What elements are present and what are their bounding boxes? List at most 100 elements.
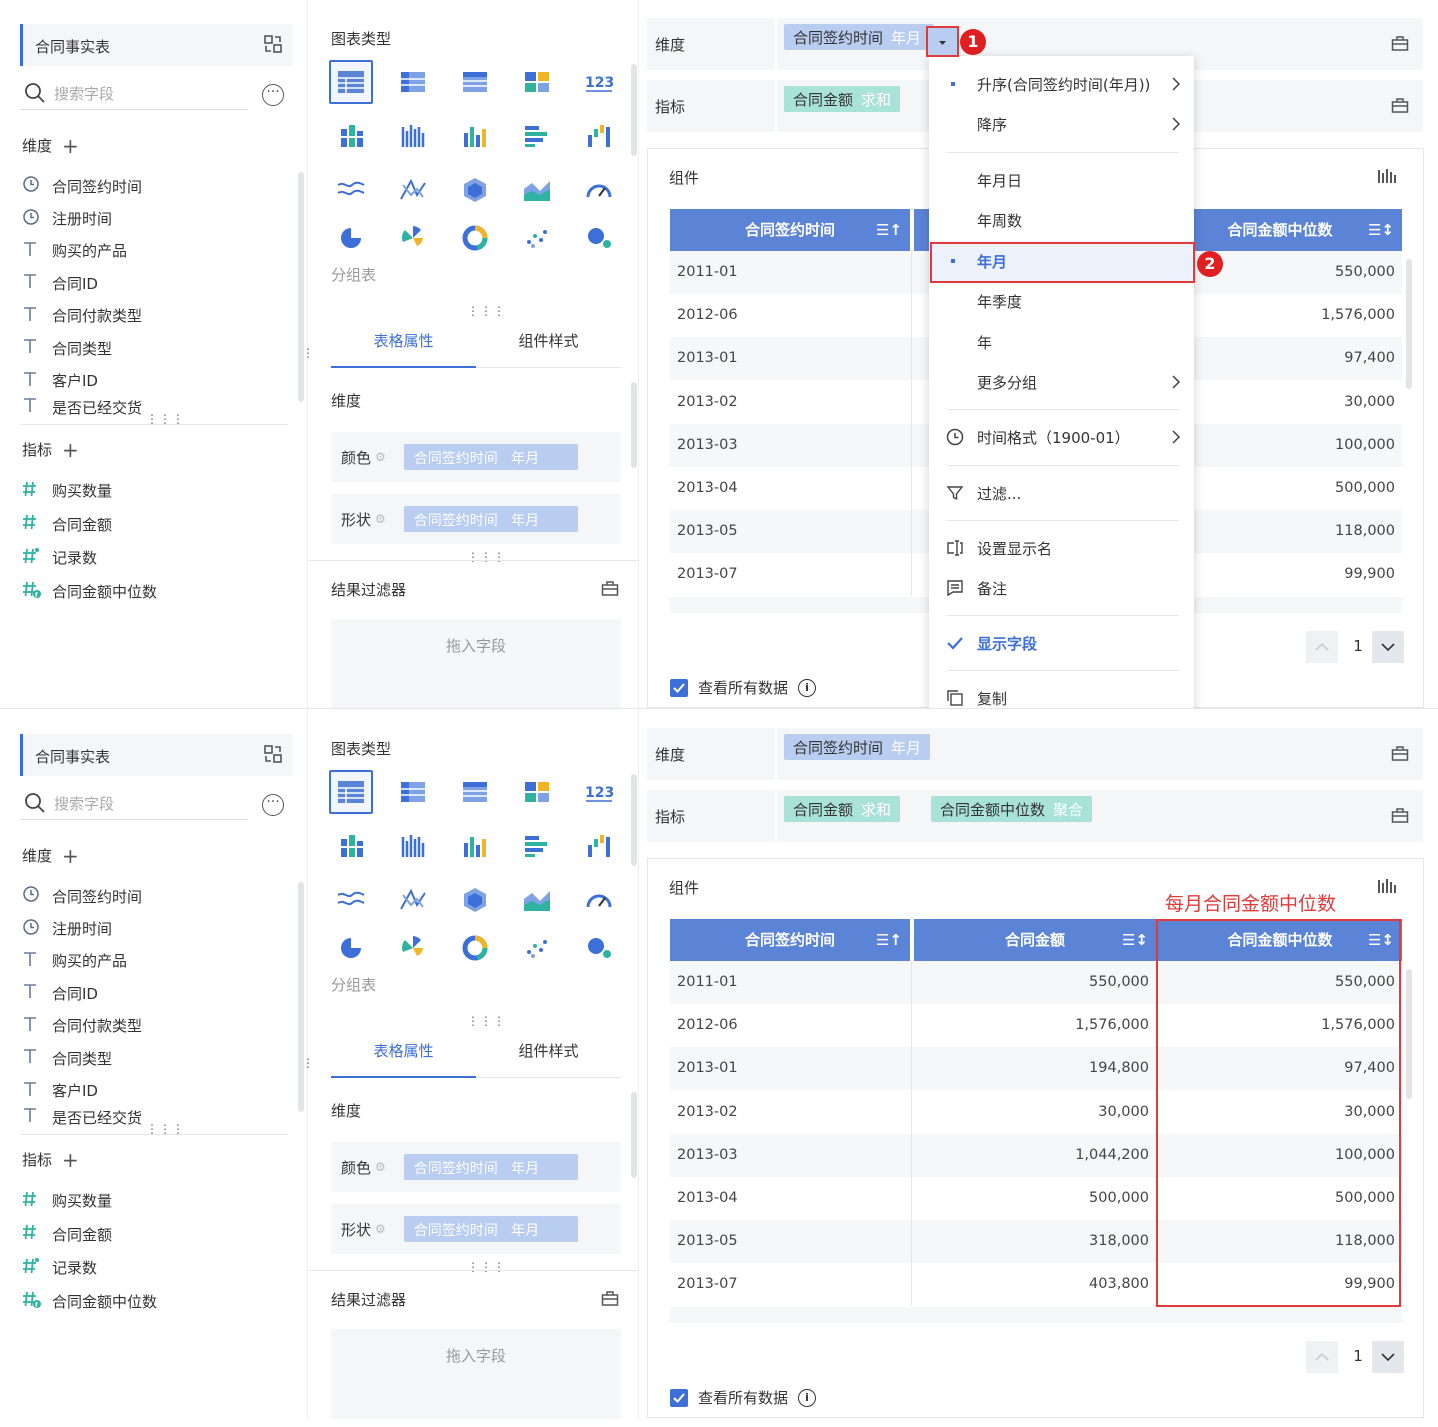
- gear-icon[interactable]: ⚙: [375, 1160, 386, 1174]
- property-scrollbar[interactable]: [631, 1092, 637, 1178]
- pie-chart-icon[interactable]: [329, 222, 373, 252]
- add-measure-icon[interactable]: +: [62, 1148, 79, 1172]
- polygon-icon[interactable]: [453, 878, 497, 922]
- measure-field-item[interactable]: 合同金额: [22, 1218, 292, 1252]
- bubble-icon[interactable]: [577, 932, 621, 962]
- info-icon[interactable]: i: [798, 1388, 817, 1407]
- resize-handle[interactable]: ⋮⋮⋮: [467, 304, 506, 318]
- more-options-icon[interactable]: ···: [262, 794, 284, 816]
- dimension-field-item[interactable]: 合同ID: [22, 977, 292, 1009]
- line-chart-icon[interactable]: [329, 878, 373, 922]
- menu-item-year[interactable]: 年: [929, 322, 1194, 362]
- measure-field-item[interactable]: 记录数: [22, 1251, 292, 1285]
- sort-icon[interactable]: ☰↑: [876, 209, 902, 251]
- column-header[interactable]: 合同签约时间 ☰↑: [670, 919, 912, 961]
- menu-item-rename[interactable]: 设置显示名: [929, 528, 1194, 568]
- shape-field-pill[interactable]: 合同签约时间 年月: [403, 506, 578, 532]
- next-page-button[interactable]: [1372, 631, 1404, 663]
- menu-item-show-field[interactable]: 显示字段: [929, 623, 1194, 663]
- radar-line-icon[interactable]: [391, 878, 435, 922]
- toolbox-icon[interactable]: [1391, 806, 1409, 824]
- area-chart-icon[interactable]: [515, 878, 559, 922]
- dimension-field-item[interactable]: 注册时间: [22, 912, 292, 944]
- add-measure-icon[interactable]: +: [62, 438, 79, 462]
- kpi-number-icon[interactable]: 123: [577, 770, 621, 814]
- dashboard-table-icon[interactable]: [515, 770, 559, 814]
- menu-item-copy[interactable]: 复制: [929, 678, 1194, 708]
- switch-dataset-icon[interactable]: [263, 744, 283, 764]
- dataset-selector[interactable]: 合同事实表: [20, 24, 293, 66]
- tab-component-style[interactable]: 组件样式: [476, 330, 621, 351]
- menu-item-note[interactable]: 备注: [929, 568, 1194, 608]
- dimension-scrollbar[interactable]: [298, 172, 304, 402]
- multi-column-icon[interactable]: [391, 114, 435, 158]
- toolbox-icon[interactable]: [601, 1289, 619, 1307]
- multi-column-icon[interactable]: [391, 824, 435, 868]
- stacked-column-icon[interactable]: [329, 824, 373, 868]
- toolbox-icon[interactable]: [1391, 34, 1409, 52]
- tab-table-properties[interactable]: 表格属性: [331, 330, 476, 351]
- line-chart-icon[interactable]: [329, 168, 373, 212]
- waterfall-icon[interactable]: [577, 824, 621, 868]
- chart-switch-icon[interactable]: [1377, 167, 1397, 185]
- menu-item-year-quarter[interactable]: 年季度: [929, 281, 1194, 321]
- shape-attr-row[interactable]: 形状 ⚙ 合同签约时间 年月: [331, 1204, 621, 1254]
- detail-table-icon[interactable]: [453, 60, 497, 104]
- grouped-table-icon[interactable]: [329, 60, 373, 104]
- dimension-shelf[interactable]: 维度 合同签约时间 年月: [647, 728, 1423, 780]
- search-input[interactable]: [54, 82, 244, 106]
- view-all-checkbox[interactable]: [670, 1388, 688, 1407]
- measure-pill[interactable]: 合同金额中位数 聚合: [931, 796, 1093, 822]
- prev-page-button[interactable]: [1306, 1341, 1338, 1373]
- measure-field-item[interactable]: 购买数量: [22, 1184, 292, 1218]
- toolbox-icon[interactable]: [601, 579, 619, 597]
- bar-chart-icon[interactable]: [515, 114, 559, 158]
- measure-shelf[interactable]: 指标 合同金额 求和 合同金额中位数 聚合: [647, 790, 1423, 842]
- donut-chart-icon[interactable]: [453, 222, 497, 252]
- dimension-field-item[interactable]: 合同类型: [22, 332, 292, 364]
- cross-table-icon[interactable]: [391, 60, 435, 104]
- dimension-field-item[interactable]: 合同付款类型: [22, 300, 292, 332]
- scatter-icon[interactable]: [515, 222, 559, 252]
- kpi-number-icon[interactable]: 123: [577, 60, 621, 104]
- menu-item-more-grouping[interactable]: 更多分组: [929, 362, 1194, 402]
- chart-type-scrollbar[interactable]: [631, 774, 637, 866]
- dashboard-table-icon[interactable]: [515, 60, 559, 104]
- bubble-icon[interactable]: [577, 222, 621, 252]
- radar-line-icon[interactable]: [391, 168, 435, 212]
- dimension-field-item[interactable]: 购买的产品: [22, 235, 292, 267]
- sort-icon[interactable]: ☰↕: [1368, 209, 1394, 251]
- switch-dataset-icon[interactable]: [263, 34, 283, 54]
- search-input[interactable]: [54, 792, 244, 816]
- measure-field-item[interactable]: f 合同金额中位数: [22, 575, 292, 609]
- dimension-field-item[interactable]: 注册时间: [22, 202, 292, 234]
- info-icon[interactable]: i: [798, 678, 817, 697]
- menu-item-descending[interactable]: 降序: [929, 104, 1194, 144]
- cross-table-icon[interactable]: [391, 770, 435, 814]
- column-chart-icon[interactable]: [453, 114, 497, 158]
- measure-field-item[interactable]: 记录数: [22, 541, 292, 575]
- prev-page-button[interactable]: [1306, 631, 1338, 663]
- tab-table-properties[interactable]: 表格属性: [331, 1040, 476, 1061]
- dimension-pill[interactable]: 合同签约时间 年月: [784, 734, 931, 760]
- dimension-field-item[interactable]: 客户ID: [22, 364, 292, 396]
- dimension-field-item[interactable]: 合同类型: [22, 1042, 292, 1074]
- shape-field-pill[interactable]: 合同签约时间 年月: [403, 1216, 578, 1242]
- menu-item-filter[interactable]: 过滤...: [929, 473, 1194, 513]
- area-chart-icon[interactable]: [515, 168, 559, 212]
- add-dimension-icon[interactable]: +: [62, 134, 79, 158]
- color-field-pill[interactable]: 合同签约时间 年月: [403, 444, 578, 470]
- dimension-field-item[interactable]: 合同付款类型: [22, 1010, 292, 1042]
- gear-icon[interactable]: ⚙: [375, 512, 386, 526]
- scatter-icon[interactable]: [515, 932, 559, 962]
- resize-handle[interactable]: ⋮⋮⋮: [146, 412, 185, 426]
- gear-icon[interactable]: ⚙: [375, 450, 386, 464]
- gauge-icon[interactable]: [577, 168, 621, 212]
- resize-handle[interactable]: ⋮⋮⋮: [146, 1122, 185, 1136]
- next-page-button[interactable]: [1372, 1341, 1404, 1373]
- dimension-field-item[interactable]: 客户ID: [22, 1074, 292, 1106]
- color-field-pill[interactable]: 合同签约时间 年月: [403, 1154, 578, 1180]
- view-all-data[interactable]: 查看所有数据 i: [670, 677, 817, 698]
- shape-attr-row[interactable]: 形状 ⚙ 合同签约时间 年月: [331, 494, 621, 544]
- table-scrollbar[interactable]: [1406, 259, 1412, 389]
